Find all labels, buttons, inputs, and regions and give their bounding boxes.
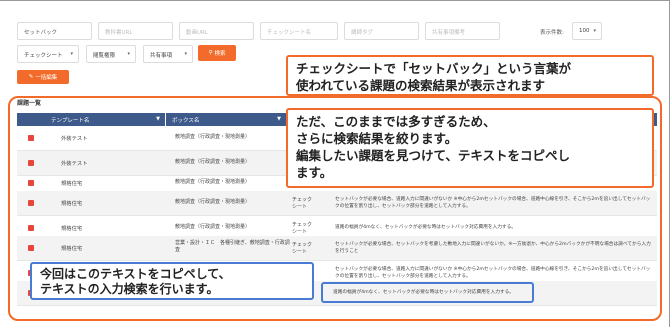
chevron-down-icon: ▾ xyxy=(127,51,130,57)
shared-select[interactable]: 共有事項 ▾ xyxy=(143,45,193,63)
permission-select-value: 閲覧権限 xyxy=(93,53,116,59)
display-count-select[interactable]: 100 ▾ xyxy=(572,22,602,40)
shared-notes-input[interactable]: 共有事項備考 xyxy=(425,22,500,40)
checksheet-name-input[interactable]: チェックシート名 xyxy=(260,22,338,40)
search-icon: ⚲ xyxy=(208,50,213,56)
callout-bottom: 今回はこのテキストをコピペして、 テキストの入力検索を行います。 xyxy=(30,262,314,300)
permission-select[interactable]: 閲覧権限 ▾ xyxy=(86,45,136,63)
bulk-edit-label: 一括編集 xyxy=(35,75,58,81)
callout-middle: ただ、このままでは多すぎるため、 さらに検索結果を絞ります。 編集したい課題を見… xyxy=(286,108,654,188)
edit-icon: ✎ xyxy=(28,74,34,80)
video-url-input[interactable]: 動画URL xyxy=(179,22,254,40)
top-border xyxy=(0,0,670,1)
shared-select-value: 共有事項 xyxy=(150,53,173,59)
textbook-url-input[interactable]: 教科書URL xyxy=(98,22,173,40)
display-count-label: 表示件数: xyxy=(540,30,564,36)
tag-input[interactable]: 講師タグ xyxy=(344,22,419,40)
chevron-down-icon: ▾ xyxy=(184,51,187,57)
bulk-edit-button[interactable]: ✎ 一括編集 xyxy=(17,70,69,84)
search-button-label: 検索 xyxy=(214,51,226,57)
display-count-value: 100 xyxy=(579,28,590,34)
chevron-down-icon: ▾ xyxy=(70,51,73,57)
keyword-input[interactable]: セットバック xyxy=(17,22,92,40)
type-select-value: チェックシート xyxy=(24,53,63,59)
search-button[interactable]: ⚲ 検索 xyxy=(198,45,236,61)
type-select[interactable]: チェックシート ▾ xyxy=(17,45,79,63)
chevron-down-icon: ▾ xyxy=(593,28,596,34)
copy-text-highlight xyxy=(321,282,534,303)
callout-top: チェックシートで「セットバック」という言葉が 使われている課題の検索結果が表示さ… xyxy=(286,55,654,96)
